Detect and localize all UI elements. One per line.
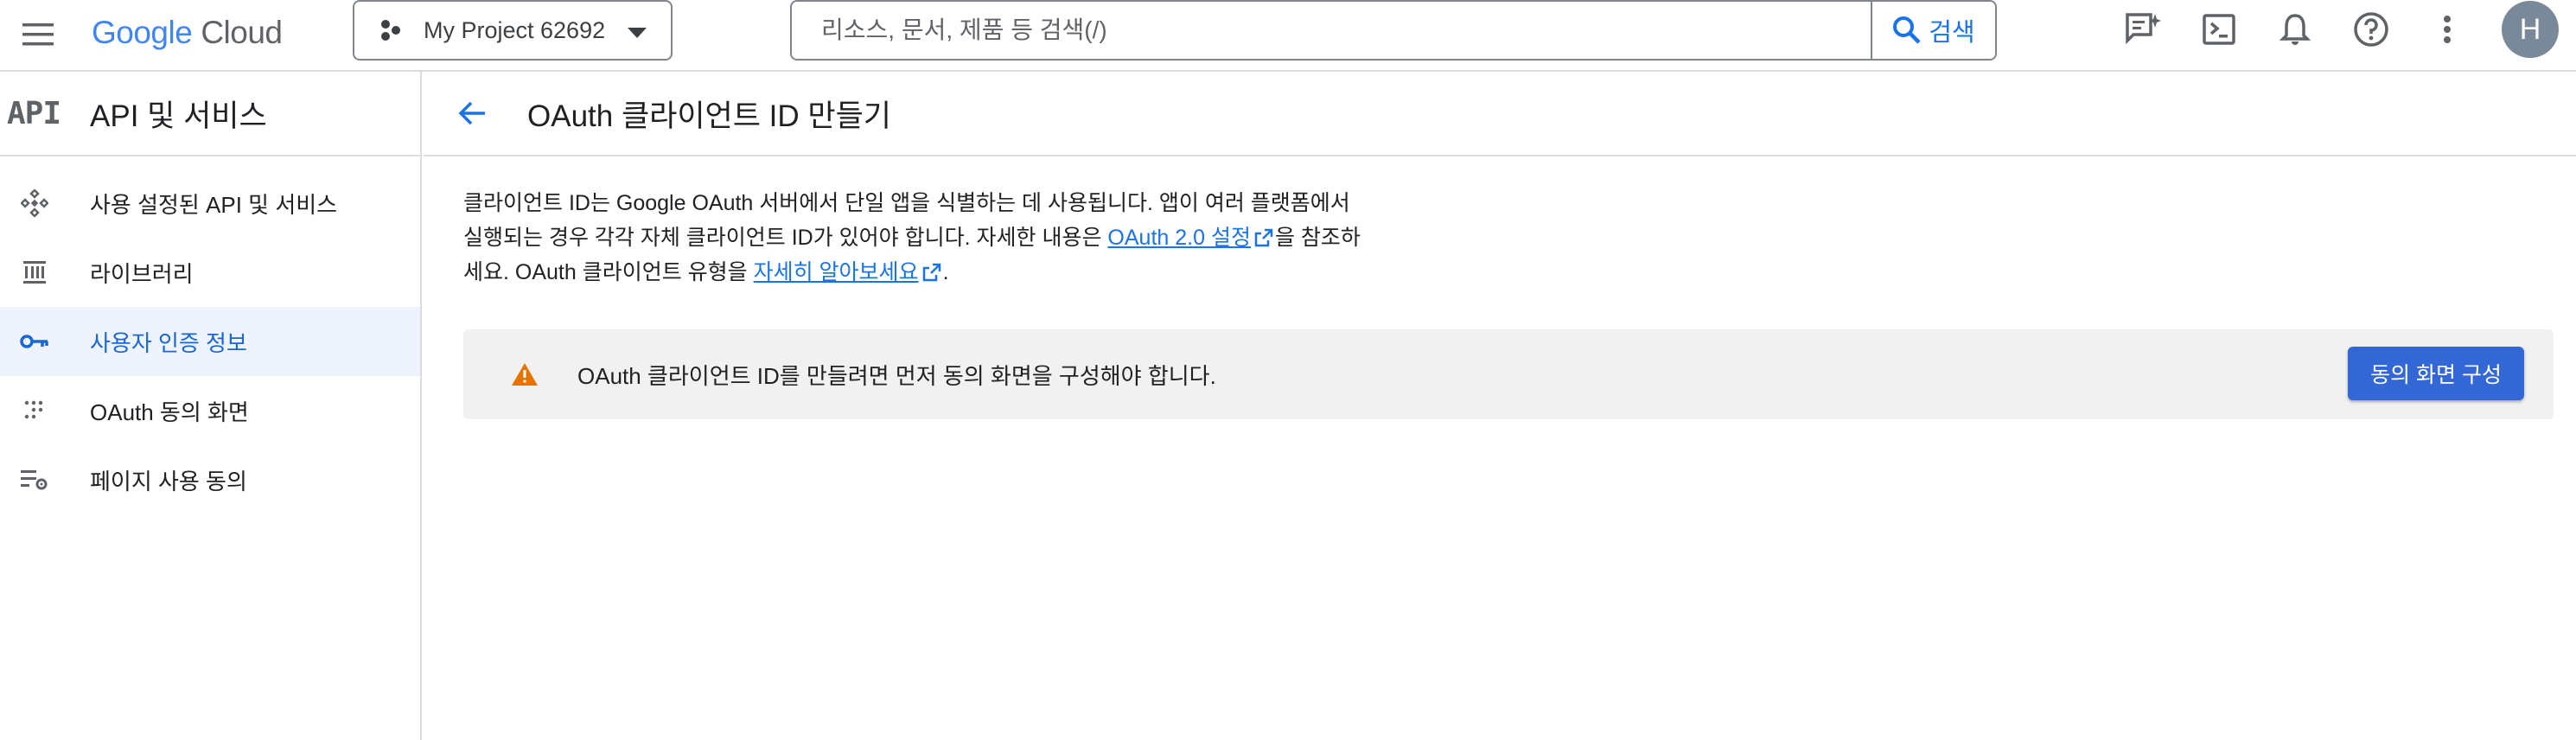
search-button-label: 검색 [1929, 19, 1975, 47]
top-actions: H [2088, 1, 2576, 58]
top-bar: Google Cloud My Project 62692 검색 H [0, 0, 2576, 72]
search-input[interactable] [792, 2, 1871, 59]
warning-icon [510, 360, 539, 389]
desc-text: 을 참조하 [1274, 226, 1361, 250]
dropdown-caret-icon [628, 28, 647, 38]
external-link-icon [922, 263, 940, 282]
api-badge-icon: API [7, 95, 61, 131]
sidebar-item-label: 사용자 인증 정보 [90, 329, 247, 356]
arrow-back-icon [458, 101, 485, 125]
project-name: My Project 62692 [424, 16, 606, 43]
sidebar-header: API API 및 서비스 [0, 72, 420, 156]
consent-dots-icon [17, 393, 52, 428]
search-icon [1893, 16, 1921, 44]
project-icon [381, 20, 400, 41]
api-hub-icon [17, 186, 52, 220]
external-link-icon [1254, 228, 1273, 247]
notifications-icon [2280, 14, 2311, 45]
logo-google: Google [92, 15, 193, 50]
banner-message: OAuth 클라이언트 ID를 만들려면 먼저 동의 화면을 구성해야 합니다. [577, 362, 1216, 389]
menu-icon [22, 23, 54, 46]
sidebar-item-library[interactable]: 라이브러리 [0, 238, 420, 307]
key-icon [17, 324, 52, 359]
desc-text: 실행되는 경우 각각 자체 클라이언트 ID가 있어야 합니다. 자세한 내용은 [463, 226, 1108, 250]
configure-consent-screen-button[interactable]: 동의 화면 구성 [2348, 347, 2524, 400]
sidebar-title: API 및 서비스 [90, 99, 267, 133]
search-button[interactable]: 검색 [1871, 2, 1995, 59]
learn-more-link[interactable]: 자세히 알아보세요 [754, 260, 919, 284]
sidebar-item-page-usage-agreements[interactable]: 페이지 사용 동의 [0, 445, 420, 514]
help-button[interactable] [2350, 8, 2393, 51]
logo-cloud: Cloud [201, 15, 283, 50]
main-content: OAuth 클라이언트 ID 만들기 클라이언트 ID는 Google OAut… [424, 72, 2576, 740]
desc-text: 세요. OAuth 클라이언트 유형을 [463, 260, 754, 284]
sidebar-item-label: 라이브러리 [90, 260, 194, 287]
account-avatar[interactable]: H [2502, 1, 2559, 58]
oauth-setup-link[interactable]: OAuth 2.0 설정 [1107, 226, 1251, 250]
sidebar-item-enabled-apis[interactable]: 사용 설정된 API 및 서비스 [0, 169, 420, 238]
back-button[interactable] [451, 92, 493, 134]
sidebar-item-label: 페이지 사용 동의 [90, 468, 247, 494]
more-vert-icon [2444, 16, 2451, 43]
settings-list-icon [17, 462, 52, 497]
feedback-button[interactable] [2121, 8, 2165, 51]
consent-warning-banner: OAuth 클라이언트 ID를 만들려면 먼저 동의 화면을 구성해야 합니다.… [463, 329, 2554, 419]
sidebar-nav: 사용 설정된 API 및 서비스 라이브러리 사용자 인증 정보 OAuth 동… [0, 156, 420, 514]
sidebar-item-oauth-consent[interactable]: OAuth 동의 화면 [0, 376, 420, 445]
more-options-button[interactable] [2426, 8, 2469, 51]
google-cloud-logo[interactable]: Google Cloud [92, 9, 283, 57]
page-title: OAuth 클라이언트 ID 만들기 [527, 99, 891, 133]
notifications-button[interactable] [2273, 8, 2317, 51]
sidebar-item-label: 사용 설정된 API 및 서비스 [90, 191, 338, 218]
desc-text: . [942, 260, 949, 284]
sidebar-item-label: OAuth 동의 화면 [90, 399, 249, 425]
page-header: OAuth 클라이언트 ID 만들기 [424, 72, 2576, 156]
search-bar: 검색 [790, 0, 1997, 61]
feedback-icon [2126, 13, 2161, 45]
sidebar-item-credentials[interactable]: 사용자 인증 정보 [0, 307, 420, 376]
page-description: 클라이언트 ID는 Google OAuth 서버에서 단일 앱을 식별하는 데… [463, 186, 1397, 290]
desc-text: 클라이언트 ID는 Google OAuth 서버에서 단일 앱을 식별하는 데… [463, 191, 1350, 215]
library-icon [17, 255, 52, 290]
sidebar: API API 및 서비스 사용 설정된 API 및 서비스 라이브러리 사용자… [0, 72, 422, 740]
help-icon [2354, 12, 2388, 47]
cloud-shell-icon [2203, 14, 2235, 45]
cloud-shell-button[interactable] [2197, 8, 2241, 51]
project-picker[interactable]: My Project 62692 [353, 0, 673, 61]
main-menu-button[interactable] [17, 14, 59, 55]
